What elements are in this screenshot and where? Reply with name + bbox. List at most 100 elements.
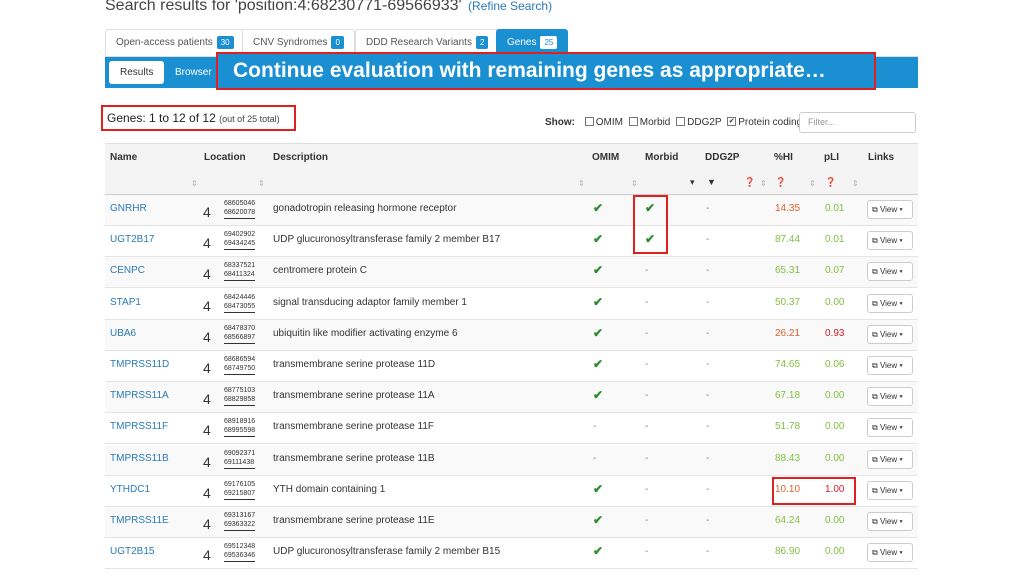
chromosome: 4: [203, 516, 211, 532]
help-icon[interactable]: ❓: [744, 177, 755, 188]
col-name[interactable]: Name: [110, 152, 137, 163]
view-dropdown-button[interactable]: ⧉ View ▾: [867, 231, 913, 251]
view-label: View: [879, 454, 898, 464]
col-description[interactable]: Description: [273, 152, 328, 163]
annotation-callout: Continue evaluation with remaining genes…: [216, 52, 876, 90]
view-dropdown-button[interactable]: ⧉ View ▾: [867, 512, 913, 531]
external-link-icon: ⧉: [872, 361, 878, 370]
sort-icon[interactable]: ⇕: [258, 179, 265, 188]
col-omim[interactable]: OMIM: [592, 152, 619, 163]
location-start: 68424446: [224, 293, 256, 301]
view-label: View: [879, 548, 898, 558]
sort-icon[interactable]: ⇕: [578, 179, 585, 188]
help-icon[interactable]: ❓: [825, 177, 836, 188]
location-start: 68605046: [224, 200, 256, 207]
subtab-results[interactable]: Results: [109, 61, 165, 84]
caret-down-icon: ▾: [899, 423, 903, 433]
table-row: TMPRSS11A 4 68775103 68829858 transmembrane …: [105, 382, 918, 414]
table-row: UGT2B15 4 69512348 69536346 UDP glucuronosyl…: [105, 538, 918, 570]
ddg2p-value: -: [706, 390, 710, 402]
pli-value: 0.00: [825, 515, 845, 526]
view-dropdown-button[interactable]: ⧉ View ▾: [867, 324, 913, 344]
ddg2p-value: -: [706, 203, 710, 214]
gene-link[interactable]: YTHDC1: [110, 484, 150, 495]
sort-icon[interactable]: ⇕: [191, 179, 198, 188]
sort-icon[interactable]: ⇕: [760, 179, 767, 188]
view-dropdown-button[interactable]: ⧉ View ▾: [867, 543, 913, 563]
filter-icon[interactable]: ▼: [707, 177, 716, 187]
search-title: Search results for 'position:4:68230771-…: [105, 0, 462, 14]
help-icon[interactable]: ❓: [775, 177, 786, 188]
hi-value: 64.24: [775, 515, 801, 526]
protein-coding-checkbox[interactable]: ✔: [727, 116, 737, 126]
chromosome: 4: [203, 204, 211, 220]
table-row: UBA6 4 68478370 68566897 ubiquitin like modi…: [105, 319, 918, 351]
view-label: View: [879, 517, 898, 526]
location-range: 68605046 68620078: [224, 199, 256, 219]
view-dropdown-button[interactable]: ⧉ View ▾: [867, 480, 913, 500]
gene-link[interactable]: TMPRSS11D: [110, 359, 169, 370]
view-dropdown-button[interactable]: ⧉ View ▾: [867, 262, 913, 282]
location-end: 68829858: [224, 395, 256, 407]
col-ddg2p[interactable]: DDG2P: [705, 152, 739, 163]
col-morbid[interactable]: Morbid: [645, 152, 678, 163]
caret-down-icon: ▾: [899, 361, 903, 370]
gene-link[interactable]: STAP1: [110, 297, 141, 308]
location-end: 69363322: [224, 520, 256, 531]
gene-link[interactable]: UGT2B15: [110, 546, 154, 557]
table-row: TMPRSS11E 4 69313167 69363322 transmembrane …: [105, 507, 918, 538]
sort-icon[interactable]: ⇕: [631, 179, 638, 188]
check-icon: ✔: [593, 294, 604, 309]
ddg2p-checkbox[interactable]: [676, 116, 686, 126]
gene-link[interactable]: TMPRSS11E: [110, 515, 169, 526]
gene-link[interactable]: TMPRSS11F: [110, 421, 168, 432]
location-start: 69512348: [224, 543, 256, 551]
chromosome: 4: [203, 453, 211, 470]
table-row: GNRHR 4 68605046 68620078 gonadotropin relea…: [105, 195, 918, 226]
col-pli[interactable]: pLI: [824, 152, 839, 163]
caret-down-icon[interactable]: ▾: [690, 177, 695, 188]
view-dropdown-button[interactable]: ⧉ View ▾: [867, 418, 913, 438]
col-hi[interactable]: %HI: [774, 152, 793, 163]
view-dropdown-button[interactable]: ⧉ View ▾: [867, 387, 913, 407]
morbid-checkbox[interactable]: [628, 116, 638, 126]
view-dropdown-button[interactable]: ⧉ View ▾: [867, 449, 913, 469]
page-title: Search results for 'position:4:68230771-…: [105, 0, 552, 15]
refine-search-link[interactable]: (Refine Search): [468, 0, 552, 13]
gene-link[interactable]: UBA6: [110, 328, 136, 339]
check-icon: ✔: [593, 201, 604, 215]
view-dropdown-button[interactable]: ⧉ View ▾: [867, 293, 913, 313]
gene-link[interactable]: TMPRSS11A: [110, 390, 169, 401]
sort-icon[interactable]: ⇕: [809, 179, 816, 188]
location-end: 69111438: [224, 458, 256, 469]
show-filters: Show: OMIM Morbid DDG2P ✔ Protein coding: [545, 116, 802, 128]
view-dropdown-button[interactable]: ⧉ View ▾: [867, 200, 913, 219]
location-end: 69434245: [224, 239, 256, 251]
view-dropdown-button[interactable]: ⧉ View ▾: [867, 356, 913, 375]
col-location[interactable]: Location: [204, 152, 246, 163]
col-links[interactable]: Links: [868, 152, 894, 163]
external-link-icon: ⧉: [872, 329, 878, 339]
location-start: 68775103: [224, 387, 256, 395]
omim-checkbox[interactable]: [584, 116, 594, 126]
table-row: STAP1 4 68424446 68473055 signal transducing…: [105, 289, 918, 320]
location-end: 68995598: [224, 426, 256, 438]
pli-value: 0.00: [825, 546, 845, 558]
gene-link[interactable]: CENPC: [110, 265, 145, 276]
chromosome: 4: [203, 266, 211, 283]
sort-icon[interactable]: ⇕: [852, 179, 859, 188]
gene-link[interactable]: GNRHR: [110, 203, 147, 214]
gene-link[interactable]: TMPRSS11B: [110, 453, 169, 464]
location-range: 69402902 69434245: [224, 230, 256, 251]
subtab-browser[interactable]: Browser: [164, 61, 223, 84]
gene-description: gonadotropin releasing hormone receptor: [273, 203, 457, 214]
hi-value: 67.18: [775, 390, 801, 402]
gene-description: UDP glucuronosyltransferase family 2 mem…: [273, 234, 501, 246]
gene-link[interactable]: UGT2B17: [110, 234, 154, 245]
omim-empty: -: [593, 421, 597, 433]
external-link-icon: ⧉: [872, 267, 878, 277]
filter-input[interactable]: Filter...: [799, 112, 916, 133]
pli-value: 0.01: [825, 234, 845, 246]
morbid-empty: -: [645, 483, 649, 495]
caret-down-icon: ▾: [899, 454, 903, 464]
